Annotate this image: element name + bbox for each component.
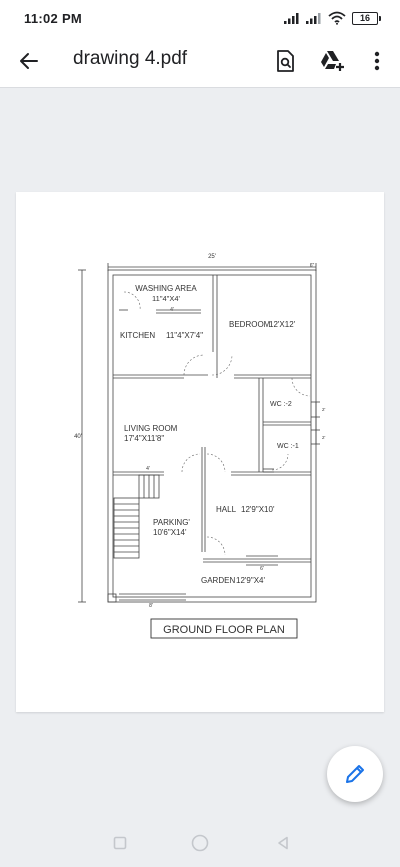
drive-add-icon[interactable] xyxy=(318,46,348,76)
status-icons: 16 xyxy=(284,10,381,26)
overall-width-label: 25' xyxy=(208,254,216,260)
parking-name: PARKING' xyxy=(153,518,190,527)
recents-square-icon[interactable] xyxy=(109,832,131,854)
garden-window-mark: 6' xyxy=(260,566,264,572)
home-circle-icon[interactable] xyxy=(189,832,211,854)
bedroom-name: BEDROOM xyxy=(229,320,271,329)
floor-plan-drawing: 25' 6" 40' WASHING AREA 11"4"X4' 4' KITC… xyxy=(74,254,326,639)
wall-thickness-mark: 6" xyxy=(310,263,315,269)
system-nav-bar xyxy=(0,820,400,867)
document-title: drawing 4.pdf xyxy=(73,48,188,69)
signal-icon xyxy=(306,13,321,24)
hall-size: 12'9"X10' xyxy=(241,505,275,514)
find-in-page-icon[interactable] xyxy=(270,46,300,76)
more-vert-icon[interactable] xyxy=(362,46,392,76)
wc2-name: WC :-2 xyxy=(270,401,292,408)
washing-window-mark: 4' xyxy=(170,307,174,313)
washing-area-size: 11"4"X4' xyxy=(152,294,180,303)
washing-area-name: WASHING AREA xyxy=(135,284,197,293)
garden-size: 12'9"X4' xyxy=(236,576,266,585)
edit-pencil-icon xyxy=(346,765,364,783)
living-room-name: LIVING ROOM xyxy=(124,424,178,433)
kitchen-name: KITCHEN xyxy=(120,331,155,340)
back-arrow-icon[interactable] xyxy=(14,46,44,76)
pdf-page[interactable]: 25' 6" 40' WASHING AREA 11"4"X4' 4' KITC… xyxy=(16,192,384,712)
status-bar: 11:02 PM 16 xyxy=(0,0,400,36)
garden-name: GARDEN xyxy=(201,576,235,585)
edit-fab-button[interactable] xyxy=(327,746,383,802)
battery-icon: 16 xyxy=(352,11,381,25)
back-triangle-icon[interactable] xyxy=(272,832,294,854)
hall-name: HALL xyxy=(216,505,237,514)
wc1-name: WC :-1 xyxy=(277,443,299,450)
kitchen-size: 11"4"X7'4" xyxy=(166,331,203,340)
wc-window-2-mark: 2' xyxy=(322,435,326,440)
signal-icon xyxy=(284,13,299,24)
stair-window-mark: 4' xyxy=(146,466,150,472)
bedroom-size: 12'X12' xyxy=(269,320,296,329)
wc-window-1-mark: 2' xyxy=(322,407,326,412)
plan-title: GROUND FLOOR PLAN xyxy=(163,624,285,636)
gate-mark: 8' xyxy=(149,603,153,609)
status-time: 11:02 PM xyxy=(24,11,83,26)
wifi-icon xyxy=(328,11,346,25)
parking-size: 10'6"X14' xyxy=(153,528,187,537)
living-room-size: 17'4"X11'8" xyxy=(124,434,164,443)
overall-depth-label: 40' xyxy=(74,434,82,440)
app-bar: drawing 4.pdf xyxy=(0,36,400,88)
